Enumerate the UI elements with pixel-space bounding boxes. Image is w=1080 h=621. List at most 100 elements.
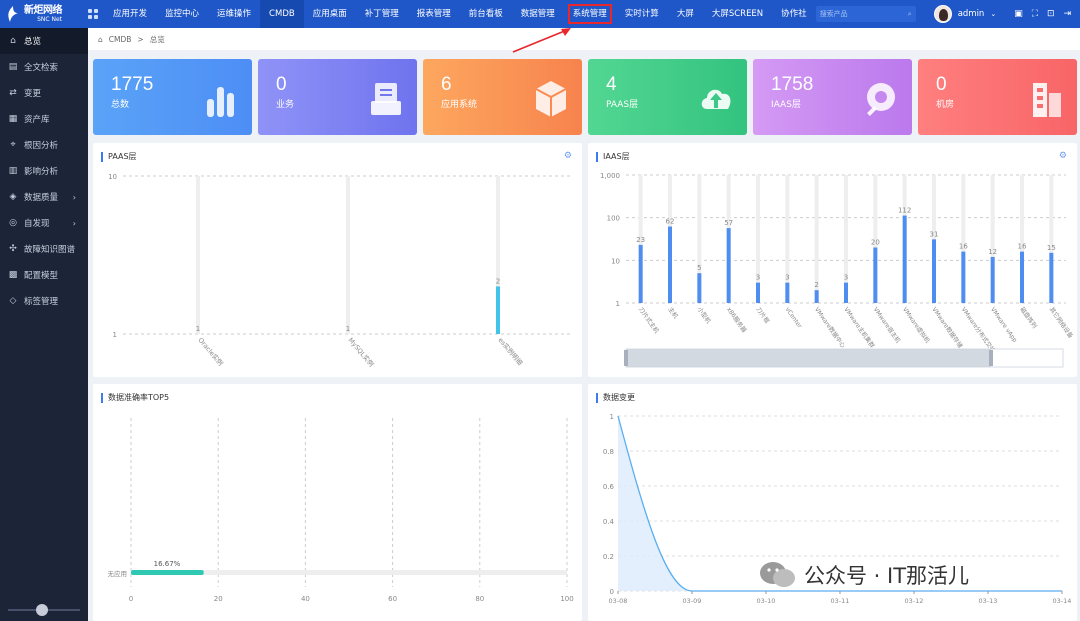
bar-chart-icon (207, 87, 234, 117)
sidebar-item[interactable]: ◎ 自发现 › (0, 210, 88, 236)
nav-item[interactable]: 实时计算 (616, 0, 668, 28)
x-tick-label: 03-13 (979, 597, 998, 605)
user-name[interactable]: admin (958, 9, 985, 19)
sidebar-item[interactable]: ◇ 标签管理 (0, 288, 88, 314)
breadcrumb-root[interactable]: CMDB (109, 35, 132, 44)
asset-icon: ▦ (8, 114, 18, 124)
paas-panel: PAAS层 ⚙ 10 1 1 Oracle实例 1 MySQL实例 2 es实例明细 (93, 143, 582, 377)
nav-item[interactable]: 报表管理 (408, 0, 460, 28)
inbox-icon (371, 83, 401, 115)
data-label: 20 (871, 238, 880, 246)
stat-card[interactable]: 4 PAAS层 (588, 59, 747, 135)
stat-cards: 1775 总数 0 业务 6 应用系统 4 PAAS层 1758 IAAS层 0 机房 (93, 59, 1077, 135)
nav-item[interactable]: 补丁管理 (356, 0, 408, 28)
data-label: 1 (196, 325, 200, 333)
sidebar-item[interactable]: ▩ 配置模型 (0, 262, 88, 288)
bar (1049, 252, 1054, 303)
breadcrumb-current: 总览 (149, 34, 165, 44)
y-tick-label: 无应用 (108, 569, 128, 578)
x-tick-label: 其它网络设备 (1048, 306, 1075, 340)
x-tick-label: VMware主机集群 (842, 306, 876, 350)
sidebar-item[interactable]: ✣ 故障知识图谱 (0, 236, 88, 262)
nav-item[interactable]: 协作社 (772, 0, 816, 28)
x-tick-label: 小型机 (696, 306, 713, 325)
discover-icon: ◎ (9, 218, 17, 228)
sidebar-item[interactable]: ⇄ 变更 (0, 80, 88, 106)
sidebar-item[interactable]: ▥ 影响分析 (0, 158, 88, 184)
paas-chart: 10 1 1 Oracle实例 1 MySQL实例 2 es实例明细 (108, 173, 573, 369)
sidebar-item[interactable]: ⌂ 总览 (0, 28, 88, 54)
stat-card[interactable]: 1775 总数 (93, 59, 252, 135)
iaas-chart: 1,00010010123刀片式主机62主机5小型机57x86服务器3刀片框3v… (600, 172, 1075, 368)
y-tick-label: 100 (607, 215, 620, 223)
data-label: 12 (988, 248, 997, 256)
cloud-upload-icon (701, 89, 731, 109)
chevron-right-icon: › (72, 192, 76, 202)
fullscreen-icon[interactable]: ⛶ (1032, 9, 1038, 19)
stat-card[interactable]: 6 应用系统 (423, 59, 582, 135)
sidebar-item-label: 变更 (24, 89, 42, 99)
x-tick-label: MySQL实例 (346, 336, 376, 369)
wechat-icon (760, 562, 795, 587)
zoom-handle-left (624, 350, 628, 366)
sidebar-collapse-slider[interactable] (8, 604, 80, 616)
stat-card[interactable]: 0 机房 (918, 59, 1077, 135)
nav-item[interactable]: 运维操作 (208, 0, 260, 28)
home-icon[interactable]: ⌂ (98, 35, 103, 44)
stat-card[interactable]: 1758 IAAS层 (753, 59, 912, 135)
brand-logo[interactable]: 新炬网络 SNC Net (0, 0, 88, 28)
brand-name: 新炬网络 (24, 4, 63, 16)
nav-item[interactable]: CMDB (260, 0, 304, 28)
avatar[interactable] (933, 5, 952, 23)
nav-item[interactable]: 大屏SCREEN (703, 0, 772, 28)
bar (638, 244, 643, 303)
data-label: 62 (666, 218, 675, 226)
zoom-slider-window (626, 349, 991, 367)
y-tick-label: 1 (610, 413, 614, 421)
y-tick-label: 1,000 (600, 172, 620, 180)
search-placeholder: 搜索产品 (819, 10, 848, 18)
bar (668, 226, 672, 303)
sidebar-item-label: 影响分析 (24, 167, 59, 177)
app-grid-icon[interactable] (88, 9, 98, 19)
sidebar-item-label: 根因分析 (24, 141, 59, 151)
root-cause-icon: ⌖ (10, 140, 16, 150)
sidebar-item[interactable]: ⌖ 根因分析 (0, 132, 88, 158)
tool-icon (867, 83, 895, 116)
home-icon: ⌂ (10, 36, 16, 46)
watermark-text: 公众号 · IT那活儿 (804, 564, 970, 588)
x-tick-label: 刀片框 (754, 306, 771, 325)
nav-item[interactable]: 监控中心 (156, 0, 208, 28)
data-label: 3 (785, 274, 789, 282)
sidebar-item[interactable]: ◈ 数据质量 › (0, 184, 88, 210)
x-tick-label: 60 (388, 595, 397, 603)
x-tick-label: 磁盘阵列 (1018, 306, 1038, 330)
bar-track (196, 176, 200, 334)
tag-icon: ◇ (9, 296, 17, 306)
bar (902, 215, 907, 303)
logout-icon[interactable]: ⇥ (1064, 9, 1072, 19)
search-icon[interactable]: ⌕ (908, 10, 912, 19)
bar (726, 228, 731, 303)
save-icon[interactable]: ▣ (1014, 9, 1023, 19)
knowledge-graph-icon: ✣ (9, 244, 17, 254)
bar (697, 273, 702, 303)
stat-card[interactable]: 0 业务 (258, 59, 417, 135)
model-icon: ▩ (8, 270, 18, 280)
nav-item[interactable]: 应用开发 (104, 0, 156, 28)
sidebar-item[interactable]: ▤ 全文检索 (0, 54, 88, 80)
x-tick-label: VMware vApp (989, 306, 1018, 344)
lock-icon[interactable]: ⊡ (1047, 9, 1055, 19)
x-tick-label: 主机 (666, 306, 679, 320)
nav-item[interactable]: 应用桌面 (304, 0, 356, 28)
data-label: 31 (930, 230, 939, 238)
sidebar-item[interactable]: ▦ 资产库 (0, 106, 88, 132)
x-tick-label: VMware数据存储 (930, 306, 964, 350)
x-tick-label: 0 (129, 595, 133, 603)
search-input[interactable]: 搜索产品 ⌕ (815, 6, 916, 22)
chevron-down-icon[interactable]: ⌄ (990, 10, 996, 18)
nav-item[interactable]: 大屏 (668, 0, 703, 28)
nav-item[interactable]: 前台看板 (460, 0, 512, 28)
x-tick-label: es实例明细 (496, 336, 525, 368)
bar (496, 286, 500, 334)
